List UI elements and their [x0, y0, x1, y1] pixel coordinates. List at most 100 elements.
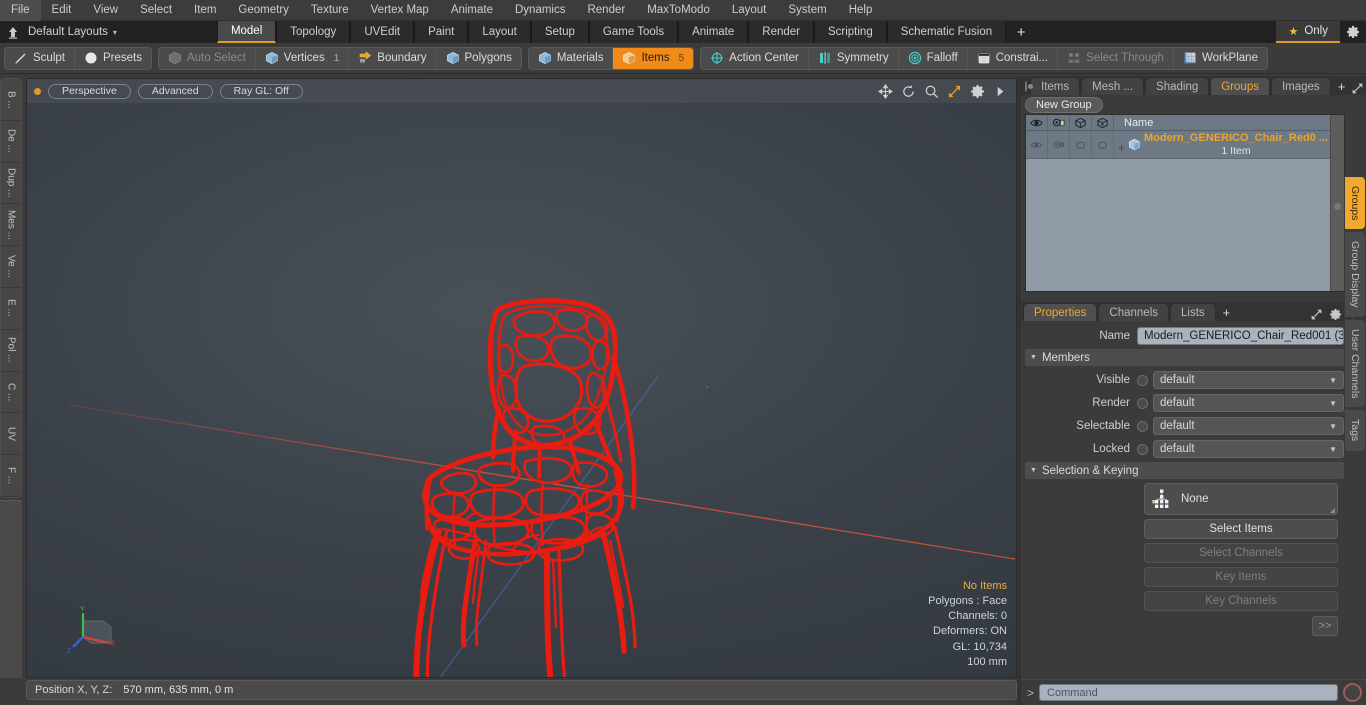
maximize-icon[interactable]: [1310, 308, 1323, 321]
polygons-button[interactable]: Polygons: [437, 48, 521, 69]
scrollbar-knob[interactable]: [1334, 203, 1341, 210]
selectable-keyframe-knob[interactable]: [1137, 420, 1148, 432]
row-locked-toggle[interactable]: [1092, 131, 1114, 158]
column-selectable[interactable]: [1070, 115, 1092, 130]
axis-gizmo[interactable]: Y X Z: [65, 599, 127, 661]
menu-item-animate[interactable]: Animate: [440, 0, 504, 21]
menu-item-layout[interactable]: Layout: [721, 0, 778, 21]
chevron-right-icon[interactable]: [993, 84, 1008, 99]
maximize-icon[interactable]: [1351, 82, 1364, 95]
move-icon[interactable]: [878, 83, 893, 99]
table-row[interactable]: + Modern_GENERICO_Chair_Red0 ... 1 Item: [1026, 131, 1344, 159]
menu-item-texture[interactable]: Texture: [300, 0, 360, 21]
gear-icon[interactable]: [1340, 21, 1366, 43]
column-render[interactable]: [1048, 115, 1070, 130]
left-tab-1[interactable]: De ...: [1, 120, 21, 163]
zoom-icon[interactable]: [924, 84, 939, 99]
left-tab-9[interactable]: F ...: [1, 455, 21, 497]
layout-selector[interactable]: Default Layouts ▾: [26, 21, 125, 43]
rotate-icon[interactable]: [901, 84, 916, 99]
chair-model[interactable]: [27, 79, 1017, 678]
home-up-icon[interactable]: [0, 21, 26, 43]
menu-item-render[interactable]: Render: [576, 0, 636, 21]
sculpt-button[interactable]: Sculpt: [5, 47, 75, 69]
group-list[interactable]: Name + Modern_GENERICO_Chair_Red0 ... 1 …: [1025, 114, 1345, 292]
tab-groups[interactable]: Groups: [1210, 77, 1270, 95]
symmetry-button[interactable]: Symmetry: [809, 47, 899, 69]
tab-uvedit[interactable]: UVEdit: [350, 21, 415, 43]
auto-select-button[interactable]: Auto Select: [159, 47, 256, 69]
tab-render[interactable]: Render: [748, 21, 814, 43]
menu-item-geometry[interactable]: Geometry: [227, 0, 300, 21]
tab-layout[interactable]: Layout: [468, 21, 531, 43]
more-options-button[interactable]: >>: [1312, 616, 1338, 636]
left-tab-8[interactable]: UV: [1, 413, 21, 456]
column-locked[interactable]: [1092, 115, 1114, 130]
presets-button[interactable]: Presets: [75, 48, 151, 69]
left-tab-2[interactable]: Dup ...: [1, 162, 21, 205]
only-toggle-button[interactable]: ★ Only: [1276, 21, 1340, 43]
selection-keying-section-header[interactable]: ▼ Selection & Keying: [1025, 462, 1344, 479]
row-name-cell[interactable]: + Modern_GENERICO_Chair_Red0 ... 1 Item: [1114, 131, 1344, 158]
panel-menu-icon[interactable]: [1025, 81, 1033, 92]
name-input[interactable]: Modern_GENERICO_Chair_Red001 (3: [1137, 327, 1344, 345]
tab-lists[interactable]: Lists: [1170, 303, 1216, 321]
menu-item-dynamics[interactable]: Dynamics: [504, 0, 576, 21]
menu-item-maxtomodo[interactable]: MaxToModo: [636, 0, 721, 21]
render-dropdown[interactable]: default ▼: [1153, 394, 1344, 412]
menu-item-system[interactable]: System: [777, 0, 837, 21]
3d-viewport[interactable]: Perspective Advanced Ray GL: Off Y X Z N…: [26, 78, 1017, 678]
tab-schematic-fusion[interactable]: Schematic Fusion: [886, 21, 1007, 43]
menu-item-file[interactable]: File: [0, 0, 41, 21]
tab-topology[interactable]: Topology: [276, 21, 351, 43]
menu-item-help[interactable]: Help: [838, 0, 884, 21]
side-tab-groups[interactable]: Groups: [1344, 176, 1366, 231]
locked-keyframe-knob[interactable]: [1137, 443, 1148, 455]
left-tab-0[interactable]: B ...: [1, 79, 21, 121]
locked-dropdown[interactable]: default ▼: [1153, 440, 1344, 458]
tab-items[interactable]: Items: [1030, 77, 1081, 95]
expander-icon[interactable]: +: [1118, 137, 1125, 154]
vertices-button[interactable]: Vertices 1: [256, 47, 350, 69]
boundary-button[interactable]: Boundary: [349, 47, 437, 69]
left-tab-6[interactable]: Pol ...: [1, 329, 21, 372]
menu-item-edit[interactable]: Edit: [41, 0, 83, 21]
add-panel-tab-button[interactable]: +: [1332, 78, 1352, 95]
tab-images[interactable]: Images: [1270, 77, 1331, 95]
gear-icon[interactable]: [1329, 308, 1342, 321]
left-tab-3[interactable]: Mes ...: [1, 204, 21, 247]
tab-paint[interactable]: Paint: [414, 21, 469, 43]
members-section-header[interactable]: ▼ Members: [1025, 349, 1344, 366]
row-visible-toggle[interactable]: [1026, 131, 1048, 158]
visible-keyframe-knob[interactable]: [1137, 374, 1148, 386]
menu-item-select[interactable]: Select: [129, 0, 183, 21]
command-input[interactable]: Command: [1039, 684, 1338, 701]
column-visible[interactable]: [1026, 115, 1048, 130]
row-render-toggle[interactable]: [1048, 131, 1070, 158]
tab-shading[interactable]: Shading: [1145, 77, 1210, 95]
tab-channels[interactable]: Channels: [1098, 303, 1170, 321]
tab-setup[interactable]: Setup: [530, 21, 589, 43]
viewport-projection-button[interactable]: Perspective: [48, 83, 131, 99]
add-properties-tab-button[interactable]: +: [1217, 304, 1237, 321]
falloff-button[interactable]: Falloff: [899, 47, 968, 69]
visible-dropdown[interactable]: default ▼: [1153, 371, 1344, 389]
tab-properties[interactable]: Properties: [1023, 303, 1098, 321]
constraint-button[interactable]: Constrai...: [968, 47, 1059, 69]
left-tab-7[interactable]: C ...: [1, 371, 21, 414]
viewport-shading-button[interactable]: Advanced: [137, 83, 213, 99]
side-tab-user-channels[interactable]: User Channels: [1344, 318, 1366, 409]
tab-mesh[interactable]: Mesh ...: [1081, 77, 1145, 95]
keying-set-selector[interactable]: None: [1144, 483, 1338, 515]
select-through-button[interactable]: Select Through: [1058, 47, 1174, 69]
record-circle-icon[interactable]: [1343, 683, 1362, 702]
tab-animate[interactable]: Animate: [678, 21, 749, 43]
menu-item-item[interactable]: Item: [183, 0, 227, 21]
menu-item-vertex-map[interactable]: Vertex Map: [360, 0, 440, 21]
side-tab-tags[interactable]: Tags: [1344, 409, 1366, 452]
tab-model[interactable]: Model: [216, 21, 277, 43]
row-selectable-toggle[interactable]: [1070, 131, 1092, 158]
materials-button[interactable]: Materials: [529, 47, 614, 69]
new-group-button[interactable]: New Group: [1025, 96, 1103, 113]
group-list-empty-area[interactable]: [1026, 159, 1344, 291]
